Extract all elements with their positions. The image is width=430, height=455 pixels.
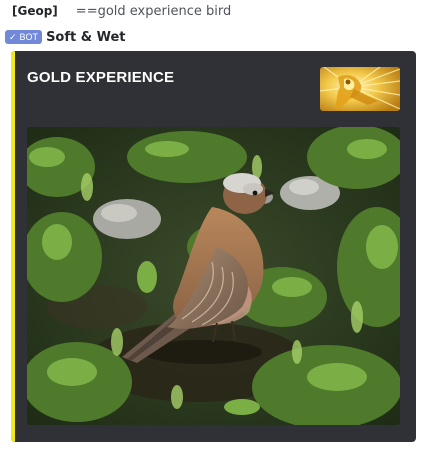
stand-thumbnail-icon [320,67,400,111]
user-message: [Geop] ==gold experience bird [12,3,231,19]
embed-card: GOLD EXPERIENCE [11,51,416,442]
embed-title: GOLD EXPERIENCE [27,69,175,86]
discord-message-view: [Geop] ==gold experience bird ✓ BOT Soft… [0,0,430,455]
command-text: ==gold experience bird [75,3,232,19]
embed-thumbnail[interactable] [320,67,400,111]
bot-header: ✓ BOT Soft & Wet [5,29,126,45]
check-icon: ✓ [9,31,17,42]
embed-accent-bar [11,51,15,442]
embed-image[interactable] [27,127,400,425]
bot-name[interactable]: Soft & Wet [46,30,125,45]
bot-tag: ✓ BOT [5,30,43,44]
username[interactable]: [Geop] [12,4,58,18]
bot-tag-label: BOT [19,32,39,42]
bird-photo [27,127,400,425]
